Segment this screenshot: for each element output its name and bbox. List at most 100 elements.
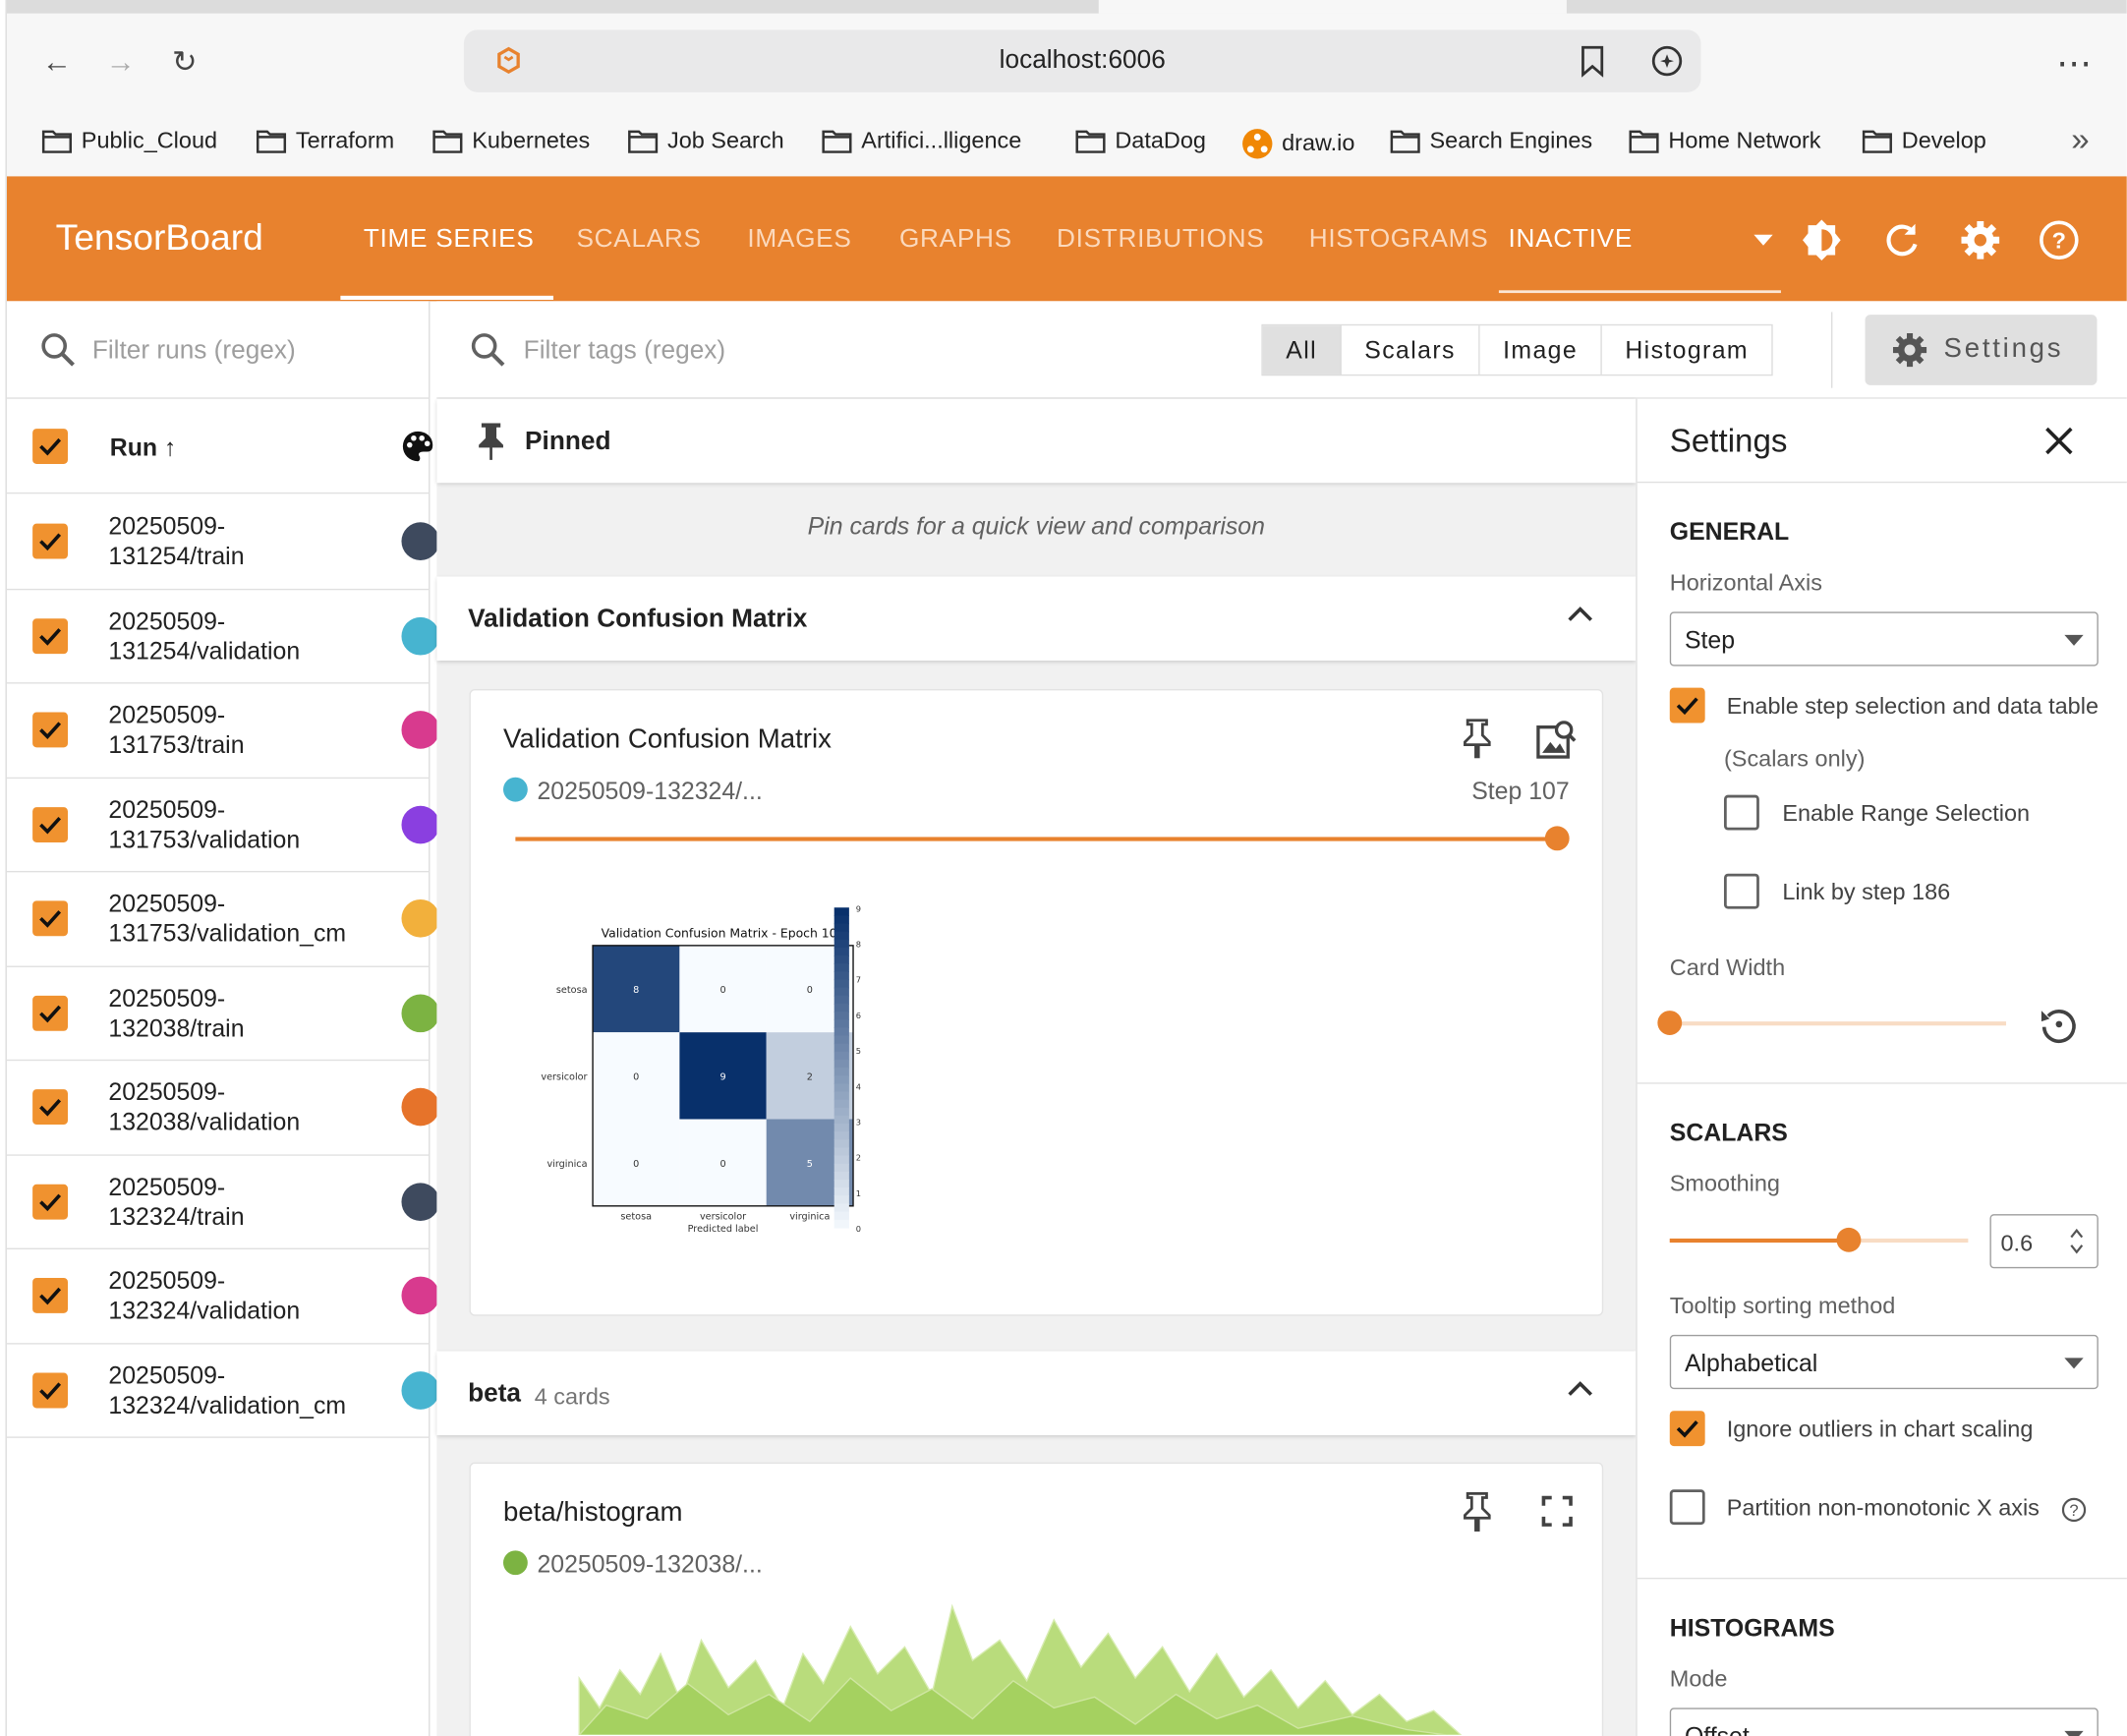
run-row[interactable]: 20250509- 132324/train (6, 1155, 440, 1249)
run-checkbox[interactable] (32, 1277, 68, 1313)
bookmark-item[interactable]: Home Network (1628, 128, 1821, 155)
dark-mode-icon[interactable] (1799, 217, 1845, 263)
runs-filter[interactable]: Filter runs (regex) (6, 301, 431, 399)
reload-icon[interactable]: ↻ (168, 45, 201, 79)
bookmark-item[interactable]: Develop (1861, 128, 1986, 155)
tooltip-sort-select[interactable]: Alphabetical (1669, 1334, 2098, 1390)
run-row[interactable]: 20250509- 132324/validation_cm (6, 1344, 440, 1438)
run-color-swatch[interactable] (401, 711, 440, 749)
run-color-swatch[interactable] (401, 1276, 440, 1315)
tab-images[interactable]: IMAGES (747, 225, 851, 255)
enable-step-checkbox[interactable] (1669, 687, 1705, 723)
filter-all[interactable]: All (1262, 325, 1342, 375)
run-name-line1: 20250509- (108, 512, 226, 541)
bookmark-icon[interactable] (1579, 45, 1606, 78)
fullscreen-icon[interactable] (1539, 1493, 1575, 1529)
run-color-swatch[interactable] (401, 898, 440, 938)
close-icon[interactable] (2044, 426, 2074, 455)
back-icon[interactable]: ← (40, 45, 73, 79)
run-color-swatch[interactable] (401, 522, 440, 560)
filter-histogram[interactable]: Histogram (1602, 325, 1772, 375)
tab-histograms[interactable]: HISTOGRAMS (1309, 225, 1489, 255)
run-checkbox[interactable] (32, 523, 68, 559)
step-slider[interactable] (515, 826, 1570, 851)
run-checkbox[interactable] (32, 995, 68, 1031)
run-checkbox[interactable] (32, 1089, 68, 1126)
card-width-slider[interactable] (1657, 1011, 2007, 1035)
forward-icon[interactable]: → (104, 45, 137, 79)
inactive-caret-icon[interactable] (1753, 234, 1773, 246)
assistant-icon[interactable] (1649, 43, 1685, 79)
chevron-up-icon[interactable] (1566, 604, 1595, 625)
more-bookmarks-icon[interactable]: » (2071, 122, 2089, 160)
run-color-swatch[interactable] (401, 1182, 440, 1221)
refresh-icon[interactable] (1878, 217, 1925, 263)
bookmark-item[interactable]: Artifici...lligence (821, 128, 1021, 155)
pin-icon[interactable] (1461, 1491, 1493, 1533)
mode-select[interactable]: Offset (1669, 1707, 2098, 1736)
active-browser-tab[interactable] (1098, 0, 1567, 14)
run-color-swatch[interactable] (401, 805, 440, 843)
pin-icon[interactable] (1461, 718, 1493, 759)
partition-checkbox[interactable] (1669, 1489, 1705, 1526)
bookmark-item[interactable]: Search Engines (1389, 128, 1592, 155)
tab-graphs[interactable]: GRAPHS (899, 225, 1012, 255)
filter-image[interactable]: Image (1480, 325, 1602, 375)
run-row[interactable]: 20250509- 132324/validation (6, 1249, 440, 1344)
card-width-knob[interactable] (1657, 1011, 1683, 1035)
more-menu-icon[interactable]: ⋯ (2056, 45, 2092, 81)
run-color-swatch[interactable] (401, 1087, 440, 1127)
palette-icon[interactable] (400, 429, 435, 464)
bookmark-item[interactable]: Kubernetes (431, 128, 590, 155)
run-color-swatch[interactable] (401, 1370, 440, 1410)
run-checkbox[interactable] (32, 900, 68, 937)
image-search-icon[interactable] (1534, 718, 1578, 761)
reset-icon[interactable] (2038, 1003, 2081, 1046)
filter-scalars[interactable]: Scalars (1342, 325, 1480, 375)
chevron-up-icon[interactable] (1566, 1378, 1595, 1400)
help-icon[interactable]: ? (2060, 1496, 2088, 1524)
tab-scalars[interactable]: SCALARS (577, 225, 702, 255)
link-by-step-checkbox[interactable] (1723, 873, 1759, 909)
settings-button[interactable]: Settings (1865, 315, 2098, 385)
smoothing-slider[interactable] (1669, 1227, 1969, 1252)
group-header-beta[interactable]: beta 4 cards (436, 1351, 1637, 1436)
run-row[interactable]: 20250509- 132038/train (6, 966, 440, 1062)
bookmark-label: DataDog (1115, 127, 1206, 153)
run-checkbox[interactable] (32, 617, 68, 654)
smoothing-knob[interactable] (1836, 1227, 1862, 1252)
horizontal-axis-select[interactable]: Step (1669, 611, 2098, 666)
bookmark-item[interactable]: Job Search (627, 128, 784, 155)
run-row[interactable]: 20250509- 131254/train (6, 495, 440, 590)
group-header-confusion-matrix[interactable]: Validation Confusion Matrix (436, 576, 1637, 662)
inactive-dropdown[interactable]: INACTIVE (1509, 225, 1633, 255)
ignore-outliers-checkbox[interactable] (1669, 1411, 1705, 1447)
range-selection-checkbox[interactable] (1723, 794, 1759, 831)
run-checkbox[interactable] (32, 712, 68, 748)
tags-filter-placeholder[interactable]: Filter tags (regex) (524, 336, 725, 366)
select-all-checkbox[interactable] (32, 429, 68, 464)
run-row[interactable]: 20250509- 131753/validation (6, 778, 440, 873)
smoothing-input[interactable]: 0.6 (1989, 1214, 2098, 1269)
run-column-header[interactable]: Run ↑ (110, 434, 177, 463)
run-row[interactable]: 20250509- 132038/validation (6, 1061, 440, 1156)
tab-distributions[interactable]: DISTRIBUTIONS (1057, 225, 1264, 255)
step-slider-knob[interactable] (1544, 826, 1570, 851)
stepper-icon[interactable] (2067, 1227, 2086, 1256)
tab-time-series[interactable]: TIME SERIES (364, 225, 535, 255)
bookmark-item[interactable]: DataDog (1074, 128, 1206, 155)
settings-gear-icon[interactable] (1957, 217, 2003, 263)
run-checkbox[interactable] (32, 806, 68, 842)
help-icon[interactable]: ? (2036, 217, 2082, 263)
bookmark-item[interactable]: Public_Cloud (40, 128, 217, 155)
address-bar[interactable]: localhost:6006 (463, 29, 1701, 92)
bookmark-item[interactable]: Terraform (255, 128, 394, 155)
run-row[interactable]: 20250509- 131254/validation (6, 590, 440, 684)
run-row[interactable]: 20250509- 131753/validation_cm (6, 872, 440, 967)
bookmark-item[interactable]: draw.io (1241, 128, 1354, 160)
run-checkbox[interactable] (32, 1371, 68, 1408)
run-color-swatch[interactable] (401, 616, 440, 655)
run-checkbox[interactable] (32, 1184, 68, 1219)
run-color-swatch[interactable] (401, 993, 440, 1032)
run-row[interactable]: 20250509- 131753/train (6, 684, 440, 779)
